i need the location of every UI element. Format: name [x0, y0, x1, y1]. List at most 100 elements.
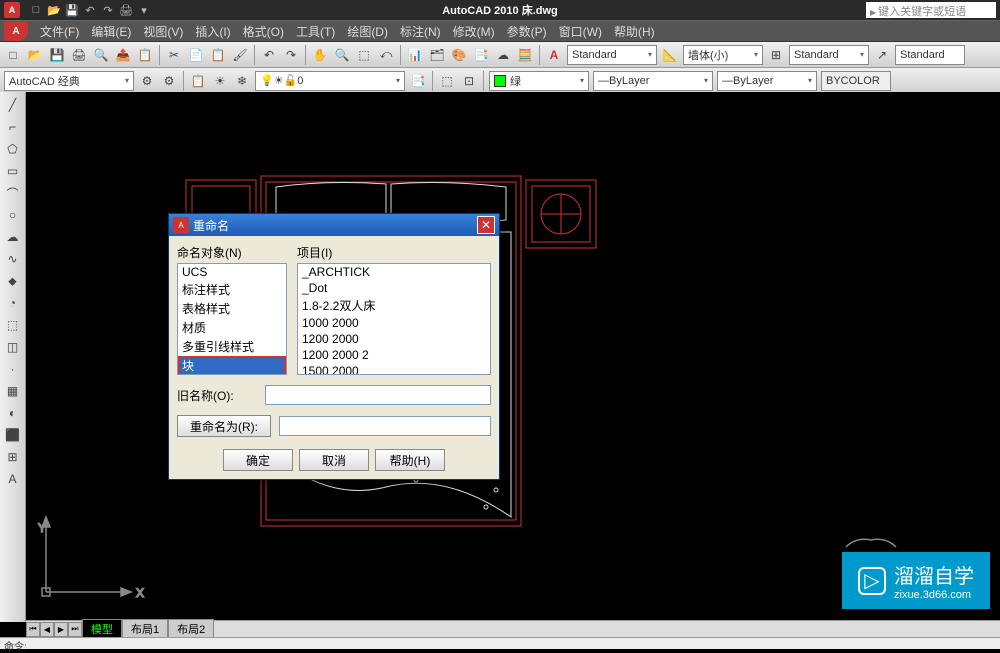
tab-first-icon[interactable]: ⏮: [26, 622, 40, 637]
dim-style-icon[interactable]: 📐: [660, 45, 680, 65]
hatch-icon[interactable]: ▦: [2, 381, 24, 401]
menu-view[interactable]: 视图(V): [137, 21, 189, 42]
redo-icon[interactable]: ↷: [100, 2, 116, 18]
rectangle-icon[interactable]: ▭: [2, 161, 24, 181]
open-file-icon[interactable]: 📂: [25, 45, 45, 65]
new-icon[interactable]: □: [28, 2, 44, 18]
table-style-dropdown[interactable]: Standard▾: [789, 45, 869, 65]
plotstyle-dropdown[interactable]: BYCOLOR: [821, 71, 891, 91]
qat-dropdown-icon[interactable]: ▾: [136, 2, 152, 18]
help-button[interactable]: 帮助(H): [375, 449, 445, 471]
menu-window[interactable]: 窗口(W): [553, 21, 608, 42]
menu-help[interactable]: 帮助(H): [608, 21, 661, 42]
tab-model[interactable]: 模型: [82, 619, 122, 639]
list-item[interactable]: 1500 2000: [298, 363, 490, 375]
list-item[interactable]: 1200 2000 2: [298, 347, 490, 363]
undo-icon[interactable]: ↶: [259, 45, 279, 65]
insert-block-icon[interactable]: ⬚: [2, 315, 24, 335]
properties-icon[interactable]: 📊: [405, 45, 425, 65]
gradient-icon[interactable]: ◐: [2, 403, 24, 423]
layer-freeze-icon[interactable]: ❄: [232, 71, 252, 91]
list-item[interactable]: 1200 2000: [298, 331, 490, 347]
zoom-window-icon[interactable]: ⬚: [354, 45, 374, 65]
list-item[interactable]: 1.8-2.2双人床: [298, 296, 490, 315]
table-icon[interactable]: ⊞: [2, 447, 24, 467]
rename-to-input[interactable]: [279, 416, 491, 436]
copy-icon[interactable]: 📄: [186, 45, 206, 65]
spline-icon[interactable]: ∿: [2, 249, 24, 269]
layer-sun-icon[interactable]: ☀: [210, 71, 230, 91]
list-item[interactable]: 标注样式: [178, 280, 286, 299]
print-preview-icon[interactable]: 🔍: [91, 45, 111, 65]
menu-file[interactable]: 文件(F): [34, 21, 85, 42]
menu-draw[interactable]: 绘图(D): [341, 21, 394, 42]
polyline-icon[interactable]: ⌐: [2, 117, 24, 137]
layer-dropdown[interactable]: 💡☀🔓 0▾: [255, 71, 405, 91]
match-icon[interactable]: 🖌: [230, 45, 250, 65]
mleader-style-dropdown[interactable]: Standard: [895, 45, 965, 65]
text-style-dropdown[interactable]: Standard▾: [567, 45, 657, 65]
cut-icon[interactable]: ✂: [164, 45, 184, 65]
arc-icon[interactable]: ⌒: [2, 183, 24, 203]
mleader-icon[interactable]: ↗: [872, 45, 892, 65]
list-item-selected[interactable]: 块: [178, 356, 286, 375]
list-item[interactable]: 表格样式: [178, 299, 286, 318]
mtext-icon[interactable]: A: [2, 469, 24, 489]
list-item[interactable]: _Dot: [298, 280, 490, 296]
search-box[interactable]: 键入关键字或短语: [866, 2, 996, 18]
layer-uniso-icon[interactable]: ⊡: [459, 71, 479, 91]
list-item[interactable]: UCS: [178, 264, 286, 280]
redo-icon[interactable]: ↷: [281, 45, 301, 65]
layer-iso-icon[interactable]: ⬚: [437, 71, 457, 91]
ellipse-icon[interactable]: ⬥: [2, 271, 24, 291]
ok-button[interactable]: 确定: [223, 449, 293, 471]
app-menu-icon[interactable]: A: [4, 21, 28, 41]
workspace-dropdown[interactable]: AutoCAD 经典▾: [4, 71, 134, 91]
save-file-icon[interactable]: 💾: [47, 45, 67, 65]
tab-next-icon[interactable]: ▶: [54, 622, 68, 637]
cancel-button[interactable]: 取消: [299, 449, 369, 471]
print-icon[interactable]: 🖨: [118, 2, 134, 18]
menu-insert[interactable]: 插入(I): [189, 21, 236, 42]
ellipse-arc-icon[interactable]: ◔: [2, 293, 24, 313]
linetype-dropdown[interactable]: — ByLayer▾: [593, 71, 713, 91]
sheet-icon[interactable]: 📑: [471, 45, 491, 65]
markup-icon[interactable]: ☁: [493, 45, 513, 65]
zoom-realtime-icon[interactable]: 🔍: [332, 45, 352, 65]
tab-layout1[interactable]: 布局1: [122, 619, 168, 639]
dialog-titlebar[interactable]: A 重命名 ✕: [169, 214, 499, 236]
publish-icon[interactable]: 📤: [113, 45, 133, 65]
revision-cloud-icon[interactable]: ☁: [2, 227, 24, 247]
named-objects-listbox[interactable]: UCS 标注样式 表格样式 材质 多重引线样式 块 视口 视图 图层 文字样式 …: [177, 263, 287, 375]
menu-modify[interactable]: 修改(M): [447, 21, 501, 42]
calc-icon[interactable]: 🧮: [515, 45, 535, 65]
menu-tools[interactable]: 工具(T): [290, 21, 341, 42]
pan-icon[interactable]: ✋: [310, 45, 330, 65]
save-icon[interactable]: 💾: [64, 2, 80, 18]
menu-edit[interactable]: 编辑(E): [85, 21, 137, 42]
zoom-previous-icon[interactable]: ⤺: [376, 45, 396, 65]
make-block-icon[interactable]: ◫: [2, 337, 24, 357]
list-item[interactable]: 材质: [178, 318, 286, 337]
tab-layout2[interactable]: 布局2: [168, 619, 214, 639]
layer-state-icon[interactable]: 📑: [408, 71, 428, 91]
old-name-input[interactable]: [265, 385, 491, 405]
menu-dimension[interactable]: 标注(N): [394, 21, 447, 42]
lineweight-dropdown[interactable]: — ByLayer▾: [717, 71, 817, 91]
dim-style-dropdown[interactable]: 墙体(小)▾: [683, 45, 763, 65]
undo-icon[interactable]: ↶: [82, 2, 98, 18]
tab-last-icon[interactable]: ⏭: [68, 622, 82, 637]
items-listbox[interactable]: _ARCHTICK _Dot 1.8-2.2双人床 1000 2000 1200…: [297, 263, 491, 375]
polygon-icon[interactable]: ⬠: [2, 139, 24, 159]
tab-prev-icon[interactable]: ◀: [40, 622, 54, 637]
menu-format[interactable]: 格式(O): [237, 21, 290, 42]
circle-icon[interactable]: ○: [2, 205, 24, 225]
list-item[interactable]: 多重引线样式: [178, 337, 286, 356]
color-dropdown[interactable]: 绿▾: [489, 71, 589, 91]
new-file-icon[interactable]: □: [3, 45, 23, 65]
print-icon[interactable]: 🖨: [69, 45, 89, 65]
workspace-gear-icon[interactable]: ⚙: [159, 71, 179, 91]
paste-icon[interactable]: 📋: [208, 45, 228, 65]
region-icon[interactable]: ⬛: [2, 425, 24, 445]
menu-params[interactable]: 参数(P): [501, 21, 553, 42]
